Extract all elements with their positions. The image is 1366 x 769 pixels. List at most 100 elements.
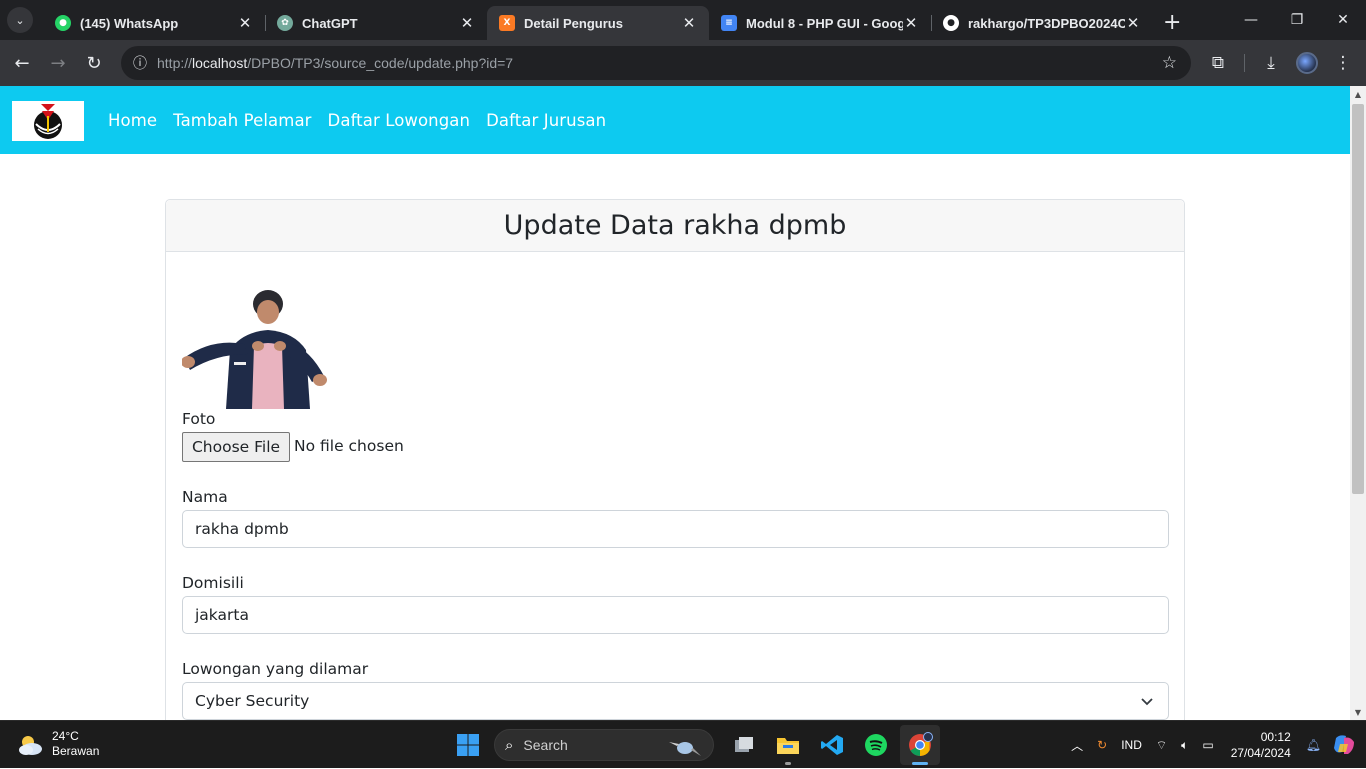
window-controls: — ❐ ✕ [1228,0,1366,40]
tab-label: Detail Pengurus [524,15,623,31]
tab-chatgpt[interactable]: ✿ ChatGPT ✕ [265,6,487,40]
upi-logo[interactable] [12,101,84,141]
tab-github[interactable]: ● rakhargo/TP3DPBO2024C1 ✕ [931,6,1153,40]
tab-search-button[interactable]: ⌄ [7,7,33,33]
tab-label: (145) WhatsApp [80,15,179,31]
tab-modul-8[interactable]: ≡ Modul 8 - PHP GUI - Googl ✕ [709,6,932,40]
minimize-icon[interactable]: — [1228,0,1274,40]
clock-time: 00:12 [1260,730,1291,744]
close-icon[interactable]: ✕ [1125,14,1141,32]
windows-logo-icon [457,734,479,756]
scroll-down-arrow-icon[interactable]: ▼ [1350,704,1366,720]
reload-icon[interactable]: ↻ [76,45,112,81]
close-icon[interactable]: ✕ [237,14,253,32]
tab-list: ● (145) WhatsApp ✕ ✿ ChatGPT ✕ X Detail … [43,0,1153,40]
browser-tab-strip: ⌄ ● (145) WhatsApp ✕ ✿ ChatGPT ✕ X Detai… [0,0,1366,40]
chevron-down-icon: ⌄ [15,13,25,27]
battery-icon[interactable]: ▭ [1202,738,1213,752]
task-view-icon [735,737,753,752]
chevron-up-icon[interactable]: ︿ [1071,737,1083,754]
foto-label: Foto [182,410,216,428]
language-indicator[interactable]: IND [1121,738,1142,752]
new-tab-button[interactable]: + [1163,10,1181,35]
choose-file-button[interactable]: Choose File [182,432,290,462]
tab-label: ChatGPT [302,15,358,31]
close-icon[interactable]: ✕ [681,14,697,32]
nama-label: Nama [182,488,228,506]
file-explorer-button[interactable] [768,725,808,765]
extensions-icon[interactable]: ⧉ [1200,45,1236,81]
chevron-down-icon [1141,698,1153,706]
domisili-input[interactable]: jakarta [182,596,1169,634]
lowongan-selected-value: Cyber Security [195,692,310,710]
volume-icon[interactable]: 🔈︎ [1181,738,1188,753]
nav-home[interactable]: Home [108,111,157,130]
address-bar[interactable]: ⓘ http://localhost/DPBO/TP3/source_code/… [121,46,1191,80]
profile-avatar[interactable] [1289,45,1325,81]
spotify-button[interactable] [856,725,896,765]
scrollbar-thumb[interactable] [1352,104,1364,494]
forward-arrow-icon[interactable]: → [40,45,76,81]
nav-tambah-pelamar[interactable]: Tambah Pelamar [173,111,311,130]
vscode-icon [821,735,843,755]
page-title: Update Data rakha dpmb [503,210,847,241]
start-button[interactable] [448,725,488,765]
browser-toolbar: ← → ↻ ⓘ http://localhost/DPBO/TP3/source… [0,40,1366,86]
tab-label: rakhargo/TP3DPBO2024C1 [968,15,1125,31]
cloudy-weather-icon [19,736,42,755]
xampp-icon: X [499,15,515,31]
folder-icon [777,738,799,754]
nama-input[interactable]: rakha dpmb [182,510,1169,548]
back-arrow-icon[interactable]: ← [4,45,40,81]
running-indicator [785,762,791,765]
whatsapp-icon: ● [55,15,71,31]
nav-daftar-jurusan[interactable]: Daftar Jurusan [486,111,606,130]
close-window-icon[interactable]: ✕ [1320,0,1366,40]
chatgpt-icon: ✿ [277,15,293,31]
scroll-up-arrow-icon[interactable]: ▲ [1350,86,1366,102]
weather-widget[interactable]: 24°C Berawan [16,729,99,759]
restore-icon[interactable]: ❐ [1274,0,1320,40]
task-view-button[interactable] [724,725,764,765]
tab-label: Modul 8 - PHP GUI - Googl [746,15,903,31]
chrome-button[interactable] [900,725,940,765]
update-card: Update Data rakha dpmb Foto Choose File … [165,199,1185,720]
sync-icon[interactable]: ↻ [1097,738,1107,752]
clock[interactable]: 00:12 27/04/2024 [1231,729,1291,761]
close-icon[interactable]: ✕ [903,14,919,32]
wifi-icon[interactable]: ⌔ [1156,738,1167,753]
tab-detail-pengurus[interactable]: X Detail Pengurus ✕ [487,6,709,40]
close-icon[interactable]: ✕ [459,14,475,32]
notification-bell-icon[interactable]: 🔔︎ [1306,738,1321,752]
site-info-icon[interactable]: ⓘ [123,53,157,73]
domisili-label: Domisili [182,574,244,592]
nav-links: Home Tambah Pelamar Daftar Lowongan Daft… [108,86,606,154]
lowongan-label: Lowongan yang dilamar [182,660,369,678]
bookmark-star-icon[interactable]: ☆ [1162,53,1177,73]
clock-date: 27/04/2024 [1230,746,1291,760]
search-icon: ⌕ [505,736,514,754]
download-icon[interactable]: ⤓ [1253,45,1289,81]
weather-text: Berawan [52,744,100,758]
toolbar-actions: ⧉ ⤓ ⋮ [1200,40,1361,86]
url-text: http://localhost/DPBO/TP3/source_code/up… [157,55,514,71]
temperature-text: 24°C [52,729,79,743]
spotify-icon [865,734,887,756]
copilot-icon[interactable] [1332,734,1356,756]
github-icon: ● [943,15,959,31]
windows-taskbar: 24°C Berawan ⌕ Search ︿ ↻ IND ⌔ 🔈︎ ▭ 00:… [0,720,1366,768]
page-scrollbar[interactable]: ▲ ▼ [1350,86,1366,720]
system-tray: ︿ ↻ IND ⌔ 🔈︎ ▭ 00:12 27/04/2024 🔔︎ [1064,721,1366,769]
vscode-button[interactable] [812,725,852,765]
logo-emblem [34,104,62,139]
active-indicator [912,762,928,765]
tab-whatsapp[interactable]: ● (145) WhatsApp ✕ [43,6,266,40]
nav-daftar-lowongan[interactable]: Daftar Lowongan [328,111,471,130]
search-highlight-icon [669,742,701,756]
chrome-icon [909,732,933,756]
taskbar-apps: ⌕ Search [446,725,942,765]
more-menu-icon[interactable]: ⋮ [1325,45,1361,81]
lowongan-select[interactable]: Cyber Security [182,682,1169,720]
taskbar-search[interactable]: ⌕ Search [494,729,714,761]
google-docs-icon: ≡ [721,15,737,31]
